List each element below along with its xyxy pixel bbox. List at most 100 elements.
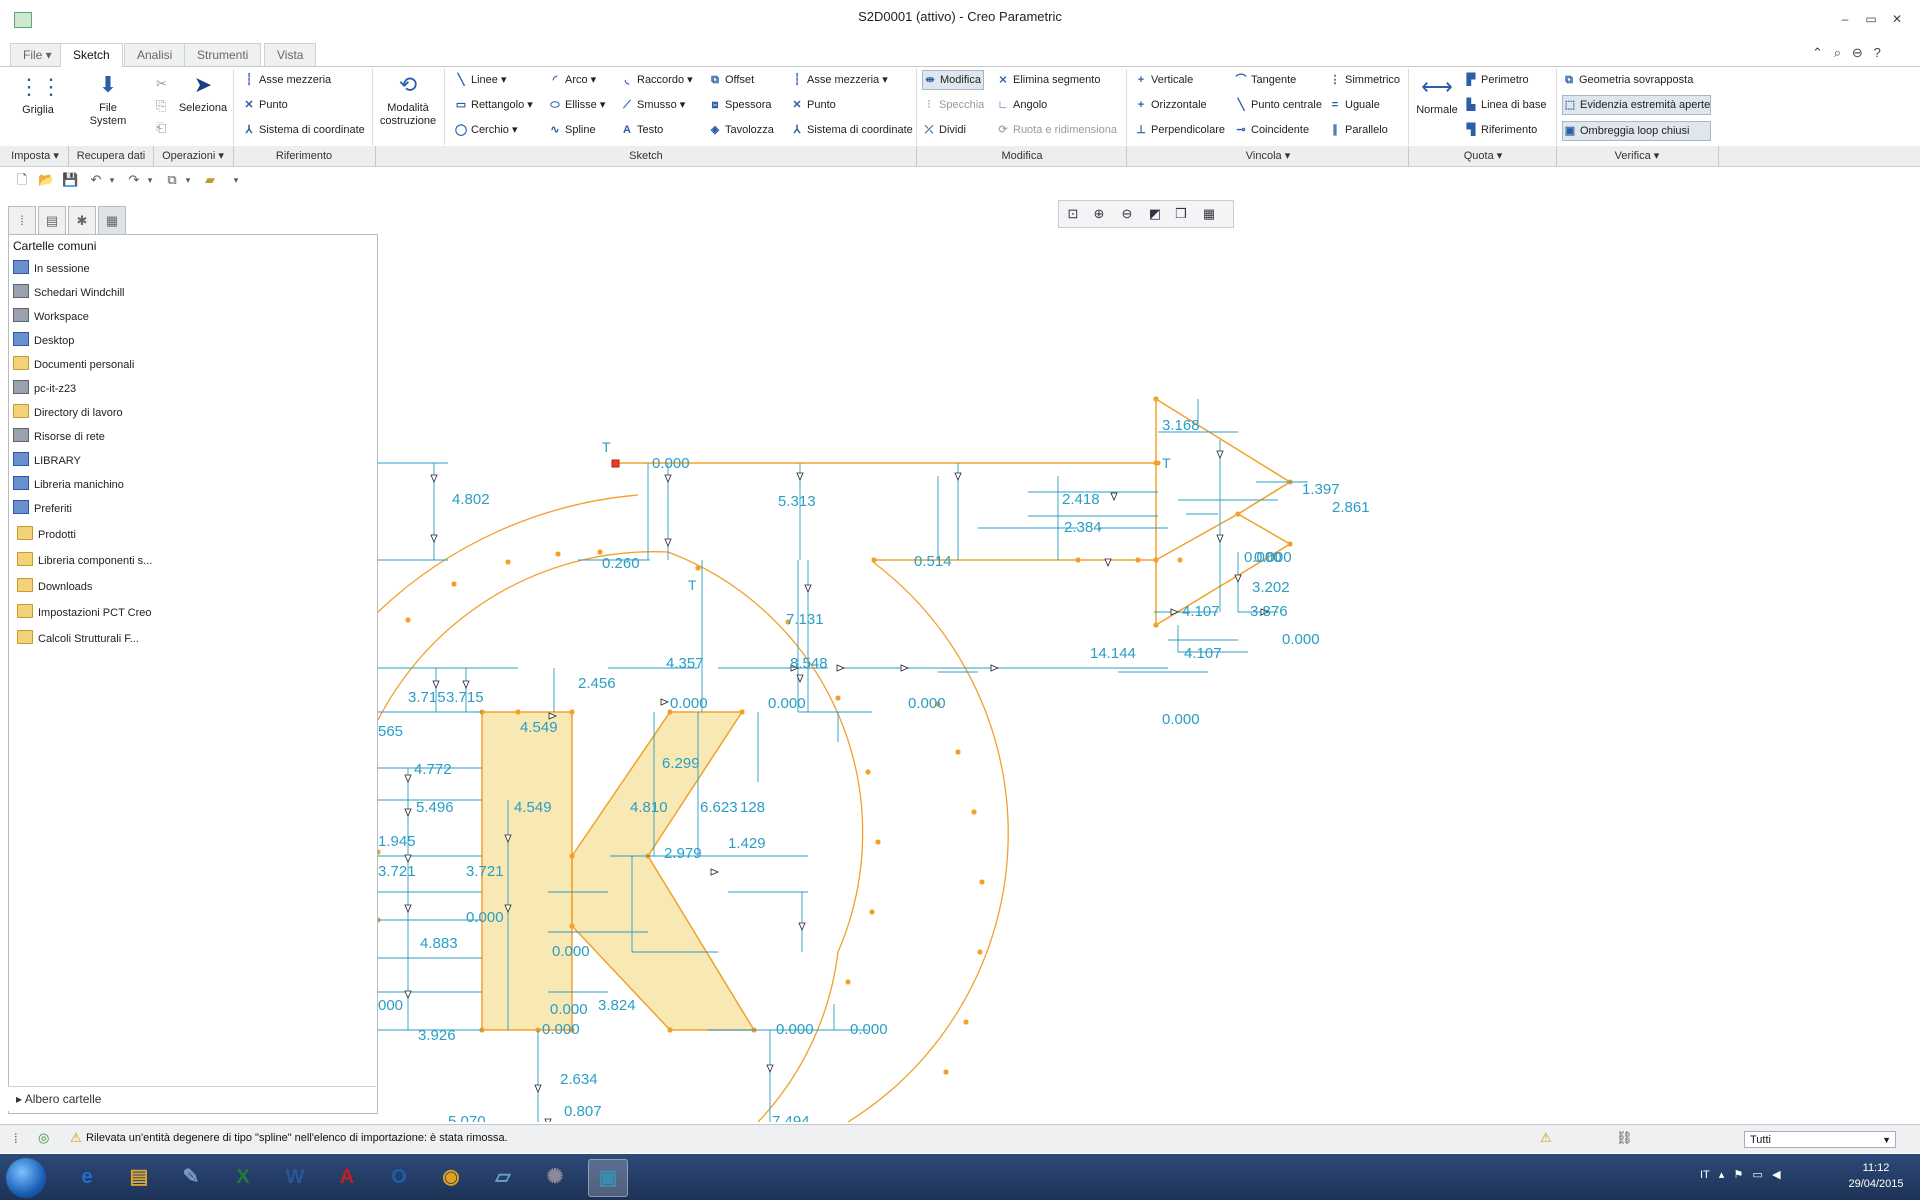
collapse-ribbon-icon[interactable]: ⌃ xyxy=(1812,45,1823,60)
dimension-value[interactable]: 1.429 xyxy=(728,835,766,852)
sketch-vertex[interactable] xyxy=(1155,460,1161,466)
copy-icon[interactable]: ⎘ xyxy=(156,98,166,113)
dimension-value[interactable]: 3.715 xyxy=(408,689,446,706)
sketch-vertex[interactable] xyxy=(405,617,411,623)
dimension-arrow[interactable] xyxy=(990,664,1000,672)
asse-mezzeria-button[interactable]: ┆ Asse mezzeria xyxy=(242,71,365,89)
uguale-button[interactable]: = Uguale xyxy=(1328,96,1400,114)
dimension-value[interactable]: 0.000 xyxy=(908,695,946,712)
tab-vista[interactable]: Vista xyxy=(264,43,317,66)
clock[interactable]: 11:12 29/04/2015 xyxy=(1836,1160,1916,1192)
tray-arrow-icon[interactable]: ▴ xyxy=(1719,1169,1725,1181)
dimension-value[interactable]: 4.802 xyxy=(452,491,490,508)
dimension-value[interactable]: 5.070 xyxy=(448,1113,486,1122)
navigator-item[interactable]: Prodotti xyxy=(13,523,76,547)
dimension-value[interactable]: 3.202 xyxy=(1252,579,1290,596)
tangent-constraint-tag[interactable]: T xyxy=(688,577,697,593)
dimension-value[interactable]: 0.000 xyxy=(1254,549,1292,566)
layers-tab[interactable]: ▦ xyxy=(98,206,126,236)
group-verifica[interactable]: Verifica ▾ xyxy=(1557,149,1717,163)
group-recupera-dati[interactable]: Recupera dati xyxy=(70,149,152,163)
testo-button[interactable]: A Testo xyxy=(620,121,693,139)
folder-icon[interactable]: ▰ xyxy=(202,172,218,188)
display-style-icon[interactable]: ❒ xyxy=(1171,205,1191,223)
sketch-vertex[interactable] xyxy=(943,1069,949,1075)
status-warning-icon[interactable]: ⚠ xyxy=(1540,1130,1552,1146)
ombreggia-loop-button[interactable]: ▣ Ombreggia loop chiusi xyxy=(1562,121,1712,141)
dimension-value[interactable]: 7.131 xyxy=(786,611,824,628)
griglia-button[interactable]: ⋮⋮ Griglia xyxy=(18,73,62,117)
sketch-vertex[interactable] xyxy=(569,709,575,715)
dimension-value[interactable]: 2.634 xyxy=(560,1071,598,1088)
dividi-button[interactable]: ⤫ Dividi xyxy=(922,121,984,139)
dimension-value[interactable]: 14.144 xyxy=(1090,645,1136,662)
dimension-value[interactable]: 0.000 xyxy=(768,695,806,712)
dimension-value[interactable]: 7.494 xyxy=(772,1113,810,1122)
dimension-value[interactable]: 2.456 xyxy=(578,675,616,692)
redo-icon[interactable]: ↷ xyxy=(126,172,142,188)
orizzontale-button[interactable]: + Orizzontale xyxy=(1134,96,1225,114)
dimension-value[interactable]: 0.807 xyxy=(564,1103,602,1120)
refit-icon[interactable]: ⊡ xyxy=(1063,205,1083,223)
tab-sketch[interactable]: Sketch xyxy=(60,43,123,67)
sketch-vertex[interactable] xyxy=(739,709,745,715)
dimension-value[interactable]: 0.000 xyxy=(670,695,708,712)
navigator-item[interactable]: Directory di lavoro xyxy=(13,401,123,425)
paint-icon[interactable]: ✎ xyxy=(172,1159,210,1195)
sketch-vertex[interactable] xyxy=(1075,557,1081,563)
maximize-button[interactable]: ▭ xyxy=(1862,12,1880,26)
sketch-vertex[interactable] xyxy=(569,853,575,859)
sketch-vertex[interactable] xyxy=(1153,557,1159,563)
dimension-arrow[interactable] xyxy=(462,680,470,690)
dimension-value[interactable]: 3.168 xyxy=(1162,417,1200,434)
verticale-button[interactable]: + Verticale xyxy=(1134,71,1225,89)
navigator-item[interactable]: Documenti personali xyxy=(13,353,134,377)
language-indicator[interactable]: IT xyxy=(1700,1169,1710,1181)
favorites-tab[interactable]: ✱ xyxy=(68,206,96,236)
search-icon[interactable]: ⌕ xyxy=(1834,45,1841,60)
help-icon[interactable]: ? xyxy=(1874,45,1881,60)
outlook-icon[interactable]: O xyxy=(380,1159,418,1195)
dimension-value[interactable]: 6.623 xyxy=(700,799,738,816)
sketch-vertex[interactable] xyxy=(1153,396,1159,402)
navigator-item[interactable]: Risorse di rete xyxy=(13,425,105,449)
perimetro-button[interactable]: ▛ Perimetro xyxy=(1464,71,1546,89)
network-tray-icon[interactable]: ▭ xyxy=(1753,1169,1763,1181)
sketch-vertex[interactable] xyxy=(451,581,457,587)
open-file-icon[interactable]: 📂 xyxy=(38,172,54,188)
linea-base-button[interactable]: ▙ Linea di base xyxy=(1464,96,1547,114)
excel-icon[interactable]: X xyxy=(224,1159,262,1195)
dimension-value[interactable]: 4.549 xyxy=(520,719,558,736)
dimension-value[interactable]: 3.824 xyxy=(598,997,636,1014)
sketch-vertex[interactable] xyxy=(515,709,521,715)
dimension-value[interactable]: 0.000 xyxy=(1282,631,1320,648)
sketch-vertex[interactable] xyxy=(963,1019,969,1025)
specchia-button[interactable]: ⫶ Specchia xyxy=(922,96,985,114)
dimension-arrow[interactable] xyxy=(900,664,910,672)
sketch-vertex[interactable] xyxy=(1135,557,1141,563)
selection-filter-icon[interactable]: ⛓ xyxy=(1616,1130,1633,1146)
albero-cartelle[interactable]: ▸ Albero cartelle xyxy=(16,1092,101,1106)
dimension-arrow[interactable] xyxy=(660,698,670,706)
dimension-value[interactable]: 0.514 xyxy=(914,553,952,570)
elimina-segmento-button[interactable]: ⨯ Elimina segmento xyxy=(996,71,1117,89)
dimension-value[interactable]: 0.260 xyxy=(602,555,640,572)
group-quota[interactable]: Quota ▾ xyxy=(1409,149,1557,163)
word-icon[interactable]: W xyxy=(276,1159,314,1195)
save-icon[interactable]: 💾 xyxy=(62,172,78,188)
ruota-ridimensiona-button[interactable]: ⟳ Ruota e ridimensiona xyxy=(996,121,1117,139)
tab-analisi[interactable]: Analisi xyxy=(124,43,186,66)
dimension-value[interactable]: 2.418 xyxy=(1062,491,1100,508)
dimension-arrow[interactable] xyxy=(404,774,412,784)
navigator-item[interactable]: Impostazioni PCT Creo xyxy=(13,601,152,625)
graphics-area[interactable]: 4.802 0.000 5.313 2.418 2.384 3.168 1.397 2.861… xyxy=(378,192,1920,1122)
customize-toolbar-icon[interactable]: ▾ xyxy=(228,172,244,188)
file-explorer-icon[interactable]: ▤ xyxy=(120,1159,158,1195)
dimension-arrow[interactable] xyxy=(1216,534,1224,544)
sketch-punto-button[interactable]: ✕ Punto xyxy=(790,96,913,114)
dimension-arrow[interactable] xyxy=(404,904,412,914)
sketch-vertex[interactable] xyxy=(695,565,701,571)
windows-dropdown-icon[interactable]: ▾ xyxy=(180,172,196,188)
dimension-arrow[interactable] xyxy=(1104,558,1112,568)
dimension-value[interactable]: 5.313 xyxy=(778,493,816,510)
